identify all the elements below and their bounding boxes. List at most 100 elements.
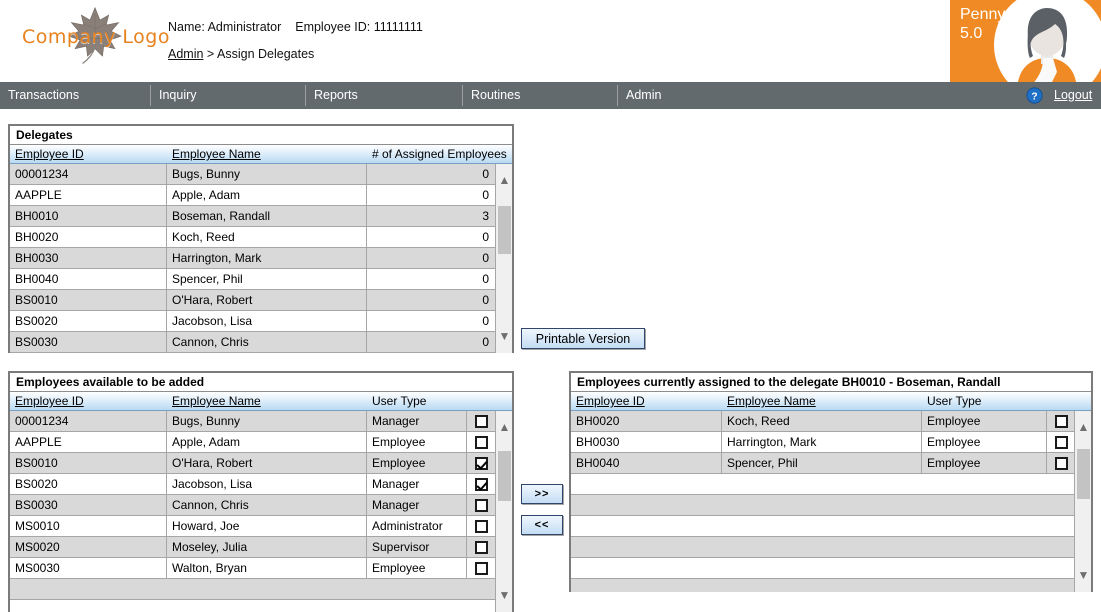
cell-select <box>467 579 495 599</box>
table-row[interactable]: 00001234 Bugs, Bunny Manager <box>10 411 512 432</box>
cell-select <box>467 558 495 578</box>
delegates-rows: 00001234 Bugs, Bunny 0 AAPPLE Apple, Adam 0 BH… <box>10 164 512 353</box>
table-row[interactable] <box>10 579 512 600</box>
cell-select <box>1047 474 1075 494</box>
column-header-employee-id[interactable]: Employee ID <box>571 394 722 408</box>
column-header-assigned-count[interactable]: # of Assigned Employees <box>367 147 512 161</box>
breadcrumb-link-admin[interactable]: Admin <box>168 47 203 61</box>
cell-employee-name: Boseman, Randall <box>167 206 367 226</box>
table-row[interactable]: BH0010 Boseman, Randall 3 <box>10 206 512 227</box>
row-checkbox[interactable] <box>474 456 488 470</box>
cell-select <box>1047 495 1075 515</box>
row-checkbox[interactable] <box>474 477 488 491</box>
table-row[interactable] <box>571 579 1091 592</box>
table-row[interactable]: BS0030 Cannon, Chris Manager <box>10 495 512 516</box>
column-header-employee-id[interactable]: Employee ID <box>10 147 167 161</box>
delegates-scrollbar[interactable]: ▲ ▼ <box>495 164 512 353</box>
cell-employee-id: BH0030 <box>571 432 722 452</box>
table-row[interactable] <box>571 558 1091 579</box>
row-checkbox[interactable] <box>1054 414 1068 428</box>
table-row[interactable]: BH0030 Harrington, Mark Employee <box>571 432 1091 453</box>
table-row[interactable]: AAPPLE Apple, Adam 0 <box>10 185 512 206</box>
nav-item-admin[interactable]: Admin <box>618 82 768 109</box>
avatar-person-icon <box>997 0 1097 82</box>
scroll-up-icon[interactable]: ▲ <box>496 173 512 188</box>
scroll-up-icon[interactable]: ▲ <box>496 420 512 435</box>
table-row[interactable]: MS0030 Walton, Bryan Employee <box>10 558 512 579</box>
cell-user-type: Manager <box>367 474 467 494</box>
scroll-down-icon[interactable]: ▼ <box>496 329 512 344</box>
cell-user-type <box>922 495 1047 515</box>
cell-employee-name <box>722 537 922 557</box>
printable-version-button[interactable]: Printable Version <box>521 328 645 349</box>
table-row[interactable]: 00001234 Bugs, Bunny 0 <box>10 164 512 185</box>
row-checkbox[interactable] <box>1054 456 1068 470</box>
table-row[interactable]: BH0040 Spencer, Phil Employee <box>571 453 1091 474</box>
column-header-employee-name[interactable]: Employee Name <box>167 147 367 161</box>
table-row[interactable]: MS0010 Howard, Joe Administrator <box>10 516 512 537</box>
cell-user-type: Manager <box>367 411 467 431</box>
page-root: Company Logo Name: Administrator Employee… <box>0 0 1101 612</box>
cell-user-type: Administrator <box>367 516 467 536</box>
column-header-employee-id[interactable]: Employee ID <box>10 394 167 408</box>
cell-employee-id: BH0040 <box>10 269 167 289</box>
row-checkbox[interactable] <box>474 561 488 575</box>
company-logo-text: Company Logo <box>22 26 170 48</box>
table-row[interactable]: BS0020 Jacobson, Lisa Manager <box>10 474 512 495</box>
cell-employee-id: 00001234 <box>10 164 167 184</box>
scroll-down-icon[interactable]: ▼ <box>1075 568 1091 583</box>
cell-employee-id: BH0030 <box>10 248 167 268</box>
assigned-scrollbar[interactable]: ▲ ▼ <box>1074 411 1091 592</box>
table-row[interactable]: BS0010 O'Hara, Robert 0 <box>10 290 512 311</box>
nav-item-reports[interactable]: Reports <box>306 82 456 109</box>
scroll-thumb[interactable] <box>498 451 511 501</box>
scroll-down-icon[interactable]: ▼ <box>496 588 512 603</box>
column-header-employee-name[interactable]: Employee Name <box>722 394 922 408</box>
cell-employee-name: Jacobson, Lisa <box>167 311 367 331</box>
table-row[interactable]: AAPPLE Apple, Adam Employee <box>10 432 512 453</box>
row-checkbox[interactable] <box>474 519 488 533</box>
logout-link[interactable]: Logout <box>1054 82 1092 109</box>
add-to-assigned-button[interactable]: >> <box>521 484 563 504</box>
cell-assigned-count: 0 <box>482 293 489 307</box>
scroll-thumb[interactable] <box>498 206 511 254</box>
breadcrumb-current: Assign Delegates <box>217 47 315 61</box>
available-employees-panel: Employees available to be added Employee… <box>8 371 514 612</box>
table-row[interactable] <box>571 495 1091 516</box>
row-checkbox[interactable] <box>474 540 488 554</box>
nav-item-inquiry[interactable]: Inquiry <box>151 82 301 109</box>
available-scrollbar[interactable]: ▲ ▼ <box>495 411 512 612</box>
table-row[interactable]: BS0020 Jacobson, Lisa 0 <box>10 311 512 332</box>
table-row[interactable] <box>571 474 1091 495</box>
column-header-employee-name[interactable]: Employee Name <box>167 394 367 408</box>
company-logo[interactable]: Company Logo <box>8 0 170 82</box>
row-checkbox[interactable] <box>474 435 488 449</box>
cell-employee-name: Spencer, Phil <box>722 453 922 473</box>
cell-employee-name <box>722 579 922 592</box>
main-navigation: Transactions Inquiry Reports Routines Ad… <box>0 82 1101 109</box>
row-checkbox[interactable] <box>474 498 488 512</box>
cell-user-type <box>922 579 1047 592</box>
row-checkbox[interactable] <box>1054 435 1068 449</box>
nav-item-transactions[interactable]: Transactions <box>0 82 150 109</box>
cell-employee-id <box>10 579 167 599</box>
table-row[interactable] <box>571 537 1091 558</box>
table-row[interactable]: BH0030 Harrington, Mark 0 <box>10 248 512 269</box>
column-header-user-type[interactable]: User Type <box>922 394 1091 408</box>
table-row[interactable] <box>571 516 1091 537</box>
column-header-user-type[interactable]: User Type <box>367 394 512 408</box>
remove-from-assigned-button[interactable]: << <box>521 515 563 535</box>
help-icon[interactable]: ? <box>1026 87 1043 104</box>
table-row[interactable]: BS0030 Cannon, Chris 0 <box>10 332 512 353</box>
table-row[interactable]: BS0010 O'Hara, Robert Employee <box>10 453 512 474</box>
scroll-thumb[interactable] <box>1077 449 1090 499</box>
svg-text:?: ? <box>1031 91 1037 102</box>
scroll-up-icon[interactable]: ▲ <box>1075 420 1091 435</box>
table-row[interactable]: MS0020 Moseley, Julia Supervisor <box>10 537 512 558</box>
cell-employee-id <box>571 579 722 592</box>
table-row[interactable]: BH0020 Koch, Reed Employee <box>571 411 1091 432</box>
table-row[interactable]: BH0040 Spencer, Phil 0 <box>10 269 512 290</box>
row-checkbox[interactable] <box>474 414 488 428</box>
nav-item-routines[interactable]: Routines <box>463 82 613 109</box>
table-row[interactable]: BH0020 Koch, Reed 0 <box>10 227 512 248</box>
